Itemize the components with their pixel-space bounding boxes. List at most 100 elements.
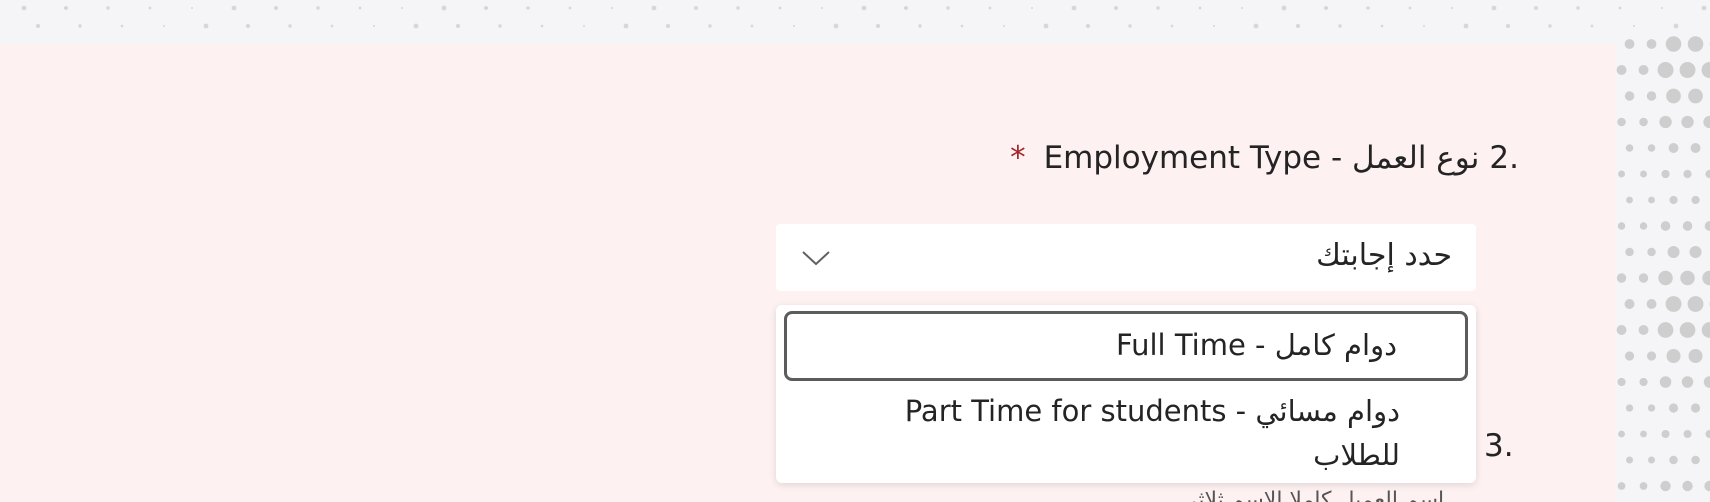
bg-dot bbox=[1618, 6, 1622, 10]
bg-dot bbox=[568, 6, 572, 10]
bg-dot bbox=[120, 24, 124, 28]
bg-dot bbox=[413, 23, 419, 29]
bg-dot bbox=[1071, 5, 1077, 11]
bg-dot bbox=[665, 23, 671, 29]
bg-dot bbox=[1701, 322, 1710, 338]
bg-dot bbox=[708, 24, 712, 28]
bg-dot bbox=[526, 6, 530, 10]
bg-dot bbox=[1281, 5, 1287, 11]
option-full-time[interactable]: Full Time - دوام كامل bbox=[784, 311, 1468, 381]
bg-dot bbox=[1657, 322, 1674, 338]
select-placeholder: حدد إجابتك bbox=[1316, 238, 1452, 273]
bg-dot bbox=[1616, 273, 1627, 283]
bg-dot bbox=[1625, 404, 1634, 412]
bg-dot bbox=[1128, 24, 1132, 28]
bg-dot bbox=[750, 24, 754, 28]
bg-dot bbox=[1669, 455, 1678, 465]
bg-dot bbox=[1380, 24, 1384, 28]
bg-dot bbox=[1704, 221, 1710, 231]
bg-dot bbox=[1617, 117, 1626, 127]
bg-dot bbox=[231, 5, 237, 11]
bg-dot bbox=[401, 7, 403, 9]
bg-dot bbox=[35, 23, 41, 29]
bg-dot bbox=[1625, 144, 1634, 152]
bg-dot bbox=[1624, 299, 1635, 309]
bg-dot bbox=[1463, 23, 1469, 29]
bg-dot bbox=[1423, 25, 1425, 27]
bg-dot bbox=[203, 23, 209, 29]
bg-dot bbox=[21, 5, 27, 11]
bg-dot bbox=[1617, 222, 1626, 230]
bg-dot bbox=[1638, 65, 1649, 75]
bg-dot bbox=[821, 7, 823, 9]
bg-dot bbox=[163, 25, 165, 27]
bg-dot bbox=[1703, 115, 1710, 129]
employment-type-select[interactable]: حدد إجابتك bbox=[776, 224, 1476, 291]
question-number: 2. bbox=[1489, 140, 1519, 176]
bg-dot bbox=[1665, 36, 1682, 52]
chevron-down-icon[interactable] bbox=[800, 244, 832, 270]
bg-dot bbox=[191, 7, 193, 9]
bg-dot bbox=[1669, 195, 1678, 205]
bg-dot bbox=[1666, 348, 1681, 364]
bg-dot bbox=[498, 24, 502, 28]
bg-dot bbox=[1681, 376, 1694, 388]
bg-dot bbox=[1253, 23, 1259, 29]
bg-dot bbox=[1198, 6, 1202, 10]
bg-dot bbox=[1703, 376, 1710, 388]
bg-dot bbox=[1618, 430, 1625, 438]
bg-dot bbox=[1681, 115, 1694, 129]
bg-dot bbox=[988, 6, 992, 10]
bg-dot bbox=[1618, 170, 1625, 178]
bg-dot bbox=[1338, 24, 1342, 28]
bg-dot bbox=[1690, 143, 1701, 153]
bg-dot bbox=[1648, 196, 1655, 204]
bg-dot bbox=[441, 5, 447, 11]
bg-dot bbox=[1646, 351, 1657, 361]
next-question-subtitle: اسم العميل كاملا الاسم ثلاثي bbox=[1180, 488, 1445, 502]
bg-dot bbox=[1687, 296, 1704, 312]
bg-dot bbox=[1625, 247, 1634, 257]
bg-dot bbox=[1639, 117, 1648, 127]
bg-dot bbox=[1576, 6, 1580, 10]
bg-dot bbox=[1639, 222, 1648, 230]
bg-dot bbox=[1505, 23, 1511, 29]
bg-dot bbox=[833, 23, 839, 29]
bg-dot bbox=[1679, 62, 1696, 78]
bg-dot bbox=[1323, 5, 1329, 11]
bg-dot bbox=[1533, 5, 1539, 11]
bg-dot bbox=[736, 6, 740, 10]
bg-dot bbox=[1680, 270, 1695, 286]
bg-dot bbox=[78, 24, 82, 28]
bg-dot bbox=[1688, 88, 1703, 104]
bg-dot bbox=[793, 25, 795, 27]
option-part-time-students[interactable]: Part Time for students - دوام مسائي للطل… bbox=[784, 385, 1468, 481]
bg-dot bbox=[611, 7, 613, 9]
bg-dot bbox=[1661, 429, 1670, 439]
bg-dot bbox=[1616, 65, 1627, 75]
bg-dot bbox=[1661, 169, 1670, 179]
question-employment-type: * Employment Type - نوع العمل 2. bbox=[1010, 140, 1519, 176]
bg-dot bbox=[1626, 196, 1633, 204]
bg-dot bbox=[1640, 170, 1647, 178]
bg-dot bbox=[1241, 7, 1243, 9]
option-label: Full Time - دوام كامل bbox=[1116, 328, 1397, 362]
bg-dot bbox=[63, 5, 69, 11]
bg-dot bbox=[1085, 23, 1091, 29]
bg-dot bbox=[1366, 6, 1370, 10]
bg-dot bbox=[1648, 456, 1656, 464]
bg-dot bbox=[1295, 23, 1301, 29]
bg-dot bbox=[373, 25, 375, 27]
bg-dot bbox=[1548, 24, 1552, 28]
bg-dot bbox=[1667, 245, 1680, 259]
bg-dot bbox=[1156, 6, 1160, 10]
bg-dot bbox=[1170, 24, 1174, 28]
bg-dot bbox=[1659, 376, 1672, 388]
bg-dot bbox=[1646, 39, 1657, 49]
bg-dot bbox=[1639, 377, 1648, 387]
bg-dot bbox=[1590, 24, 1594, 28]
bg-dot bbox=[1690, 403, 1701, 413]
bg-dot bbox=[1705, 169, 1710, 179]
bg-dot bbox=[1647, 404, 1656, 412]
bg-dot bbox=[1701, 5, 1707, 11]
